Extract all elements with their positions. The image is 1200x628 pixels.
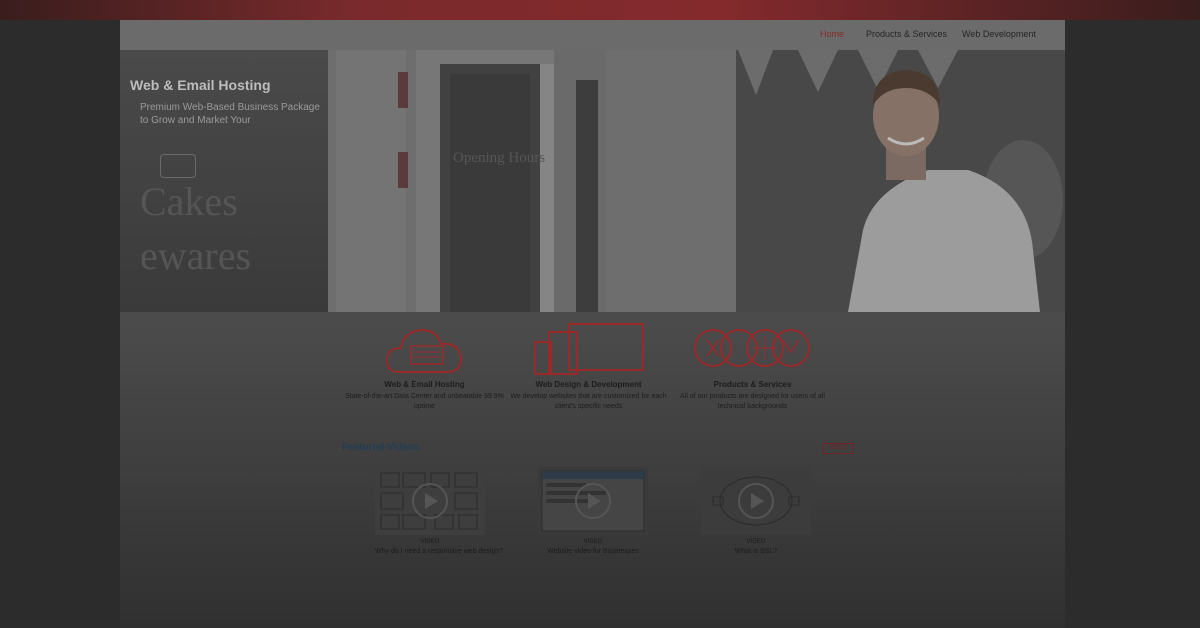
cloud-server-icon [385,328,462,373]
hero-watermark-text: Cakes ewares [140,179,252,278]
feature-description: State-of-the-art Data Center and unbeata… [345,393,504,410]
video-source: VIDEO [746,539,766,545]
nav-item-home[interactable]: Home [820,29,844,39]
hero-photo: Opening Hours [328,50,1065,312]
video-source: VIDEO [583,539,603,545]
feature-description: All of our products are designed for use… [680,393,825,410]
video-source: VIDEO [420,539,440,545]
feature-title: Web & Email Hosting [384,380,465,389]
hero-cta-button[interactable] [160,154,196,178]
feature-hosting[interactable]: Web & Email Hosting State-of-the-art Dat… [342,320,507,412]
video-caption[interactable]: Website video for Businesses [538,548,648,555]
video-card[interactable]: VIDEO Why do I need a responsive web des… [375,467,503,555]
video-thumbnail[interactable] [538,467,648,535]
video-card[interactable]: VIDEO What is SSL? [701,467,811,555]
feature-description: We develop websites that are customized … [510,393,667,410]
feature-products[interactable]: Products & Services All of our products … [670,320,835,412]
feature-web-design[interactable]: Web Design & Development We develop webs… [506,320,671,412]
top-navigation: Home Products & Services Web Development [120,20,1065,50]
video-caption[interactable]: Why do I need a responsive web design? [375,548,503,555]
hero-banner: Cakes ewares Opening Hours Web & Email H… [120,50,1065,312]
video-thumbnail[interactable] [701,467,811,535]
nav-item-web-development[interactable]: Web Development [962,29,1036,39]
website-preview: Home Products & Services Web Development… [120,20,1065,628]
video-caption[interactable]: What is SSL? [701,548,811,555]
video-card[interactable]: VIDEO Website video for Businesses [538,467,648,555]
opening-hours-sign: Opening Hours [453,150,545,166]
hero-subtitle: Premium Web-Based Business Package to Gr… [140,102,320,126]
product-logos-icon [693,329,810,367]
devices-icon [533,323,644,375]
top-banner-bar [0,0,1200,20]
feature-title: Products & Services [713,380,792,389]
more-videos-button[interactable]: MORE [822,443,854,454]
nav-item-products-services[interactable]: Products & Services [866,29,947,39]
featured-videos-heading: Featured Videos [342,442,420,453]
hero-title: Web & Email Hosting [130,77,271,93]
feature-title: Web Design & Development [535,380,642,389]
video-thumbnail[interactable] [375,467,485,535]
